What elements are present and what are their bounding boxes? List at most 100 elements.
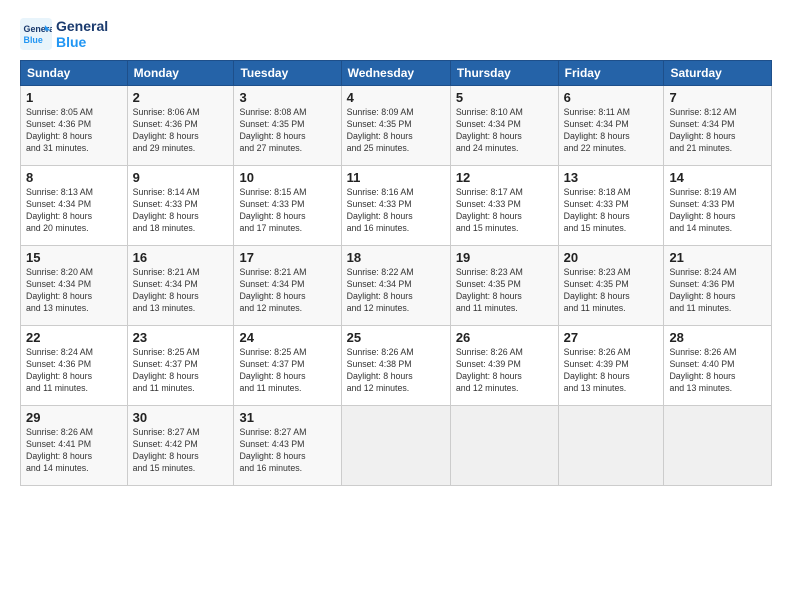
table-row: 3Sunrise: 8:08 AM Sunset: 4:35 PM Daylig… (234, 86, 341, 166)
page: General Blue General Blue Sunday Monday … (0, 0, 792, 612)
day-info: Sunrise: 8:15 AM Sunset: 4:33 PM Dayligh… (239, 187, 335, 235)
table-row: 9 Sunrise: 8:14 AM Sunset: 4:33 PM Daylig… (127, 166, 234, 246)
day-number: 1 (26, 90, 122, 105)
table-row: 13 Sunrise: 8:18 AM Sunset: 4:33 PM Dayli… (558, 166, 664, 246)
col-wednesday: Wednesday (341, 61, 450, 86)
day-number: 26 (456, 330, 553, 345)
day-number: 4 (347, 90, 445, 105)
table-row (341, 406, 450, 486)
table-row: 16 Sunrise: 8:21 AM Sunset: 4:34 PM Dayli… (127, 246, 234, 326)
day-info: Sunrise: 8:19 AM Sunset: 4:33 PM Dayligh… (669, 187, 766, 235)
day-number: 22 (26, 330, 122, 345)
col-saturday: Saturday (664, 61, 772, 86)
day-number: 12 (456, 170, 553, 185)
table-row: 7 Sunrise: 8:12 AM Sunset: 4:34 PM Daylig… (664, 86, 772, 166)
day-number: 30 (133, 410, 229, 425)
day-info: Sunrise: 8:27 AM Sunset: 4:43 PM Dayligh… (239, 427, 335, 475)
day-info: Sunrise: 8:13 AM Sunset: 4:34 PM Dayligh… (26, 187, 122, 235)
table-row: 24 Sunrise: 8:25 AM Sunset: 4:37 PM Dayli… (234, 326, 341, 406)
day-number: 13 (564, 170, 659, 185)
day-number: 8 (26, 170, 122, 185)
col-friday: Friday (558, 61, 664, 86)
table-row: 25 Sunrise: 8:26 AM Sunset: 4:38 PM Dayli… (341, 326, 450, 406)
table-row: 1Sunrise: 8:05 AM Sunset: 4:36 PM Daylig… (21, 86, 128, 166)
table-row: 17 Sunrise: 8:21 AM Sunset: 4:34 PM Dayli… (234, 246, 341, 326)
day-number: 7 (669, 90, 766, 105)
day-info: Sunrise: 8:06 AM Sunset: 4:36 PM Dayligh… (133, 107, 229, 155)
table-row: 22 Sunrise: 8:24 AM Sunset: 4:36 PM Dayli… (21, 326, 128, 406)
day-info: Sunrise: 8:16 AM Sunset: 4:33 PM Dayligh… (347, 187, 445, 235)
day-number: 29 (26, 410, 122, 425)
day-info: Sunrise: 8:18 AM Sunset: 4:33 PM Dayligh… (564, 187, 659, 235)
day-info: Sunrise: 8:25 AM Sunset: 4:37 PM Dayligh… (239, 347, 335, 395)
day-number: 11 (347, 170, 445, 185)
day-number: 18 (347, 250, 445, 265)
day-number: 27 (564, 330, 659, 345)
day-number: 25 (347, 330, 445, 345)
day-info: Sunrise: 8:21 AM Sunset: 4:34 PM Dayligh… (133, 267, 229, 315)
day-info: Sunrise: 8:26 AM Sunset: 4:39 PM Dayligh… (456, 347, 553, 395)
day-info: Sunrise: 8:26 AM Sunset: 4:40 PM Dayligh… (669, 347, 766, 395)
table-row: 12Sunrise: 8:17 AM Sunset: 4:33 PM Dayli… (450, 166, 558, 246)
day-number: 19 (456, 250, 553, 265)
day-number: 10 (239, 170, 335, 185)
calendar-week-row: 1Sunrise: 8:05 AM Sunset: 4:36 PM Daylig… (21, 86, 772, 166)
table-row: 28 Sunrise: 8:26 AM Sunset: 4:40 PM Dayli… (664, 326, 772, 406)
logo-icon: General Blue (20, 18, 52, 50)
table-row (450, 406, 558, 486)
table-row: 14 Sunrise: 8:19 AM Sunset: 4:33 PM Dayli… (664, 166, 772, 246)
day-number: 20 (564, 250, 659, 265)
day-number: 5 (456, 90, 553, 105)
day-info: Sunrise: 8:27 AM Sunset: 4:42 PM Dayligh… (133, 427, 229, 475)
col-monday: Monday (127, 61, 234, 86)
table-row: 10 Sunrise: 8:15 AM Sunset: 4:33 PM Dayli… (234, 166, 341, 246)
col-tuesday: Tuesday (234, 61, 341, 86)
table-row: 4 Sunrise: 8:09 AM Sunset: 4:35 PM Daylig… (341, 86, 450, 166)
col-thursday: Thursday (450, 61, 558, 86)
day-number: 17 (239, 250, 335, 265)
svg-text:Blue: Blue (24, 35, 43, 45)
table-row (558, 406, 664, 486)
day-number: 3 (239, 90, 335, 105)
table-row: 23Sunrise: 8:25 AM Sunset: 4:37 PM Dayli… (127, 326, 234, 406)
day-info: Sunrise: 8:14 AM Sunset: 4:33 PM Dayligh… (133, 187, 229, 235)
day-info: Sunrise: 8:24 AM Sunset: 4:36 PM Dayligh… (669, 267, 766, 315)
table-row: 26 Sunrise: 8:26 AM Sunset: 4:39 PM Dayli… (450, 326, 558, 406)
day-info: Sunrise: 8:23 AM Sunset: 4:35 PM Dayligh… (564, 267, 659, 315)
calendar-week-row: 22 Sunrise: 8:24 AM Sunset: 4:36 PM Dayli… (21, 326, 772, 406)
day-number: 21 (669, 250, 766, 265)
day-info: Sunrise: 8:12 AM Sunset: 4:34 PM Dayligh… (669, 107, 766, 155)
day-number: 31 (239, 410, 335, 425)
day-number: 23 (133, 330, 229, 345)
day-info: Sunrise: 8:22 AM Sunset: 4:34 PM Dayligh… (347, 267, 445, 315)
day-info: Sunrise: 8:09 AM Sunset: 4:35 PM Dayligh… (347, 107, 445, 155)
day-number: 6 (564, 90, 659, 105)
day-info: Sunrise: 8:21 AM Sunset: 4:34 PM Dayligh… (239, 267, 335, 315)
calendar-week-row: 8 Sunrise: 8:13 AM Sunset: 4:34 PM Daylig… (21, 166, 772, 246)
table-row: 18 Sunrise: 8:22 AM Sunset: 4:34 PM Dayli… (341, 246, 450, 326)
day-number: 14 (669, 170, 766, 185)
table-row: 8 Sunrise: 8:13 AM Sunset: 4:34 PM Daylig… (21, 166, 128, 246)
day-number: 15 (26, 250, 122, 265)
table-row: 11 Sunrise: 8:16 AM Sunset: 4:33 PM Dayli… (341, 166, 450, 246)
table-row: 2 Sunrise: 8:06 AM Sunset: 4:36 PM Daylig… (127, 86, 234, 166)
table-row: 5 Sunrise: 8:10 AM Sunset: 4:34 PM Daylig… (450, 86, 558, 166)
day-number: 16 (133, 250, 229, 265)
day-info: Sunrise: 8:20 AM Sunset: 4:34 PM Dayligh… (26, 267, 122, 315)
day-number: 24 (239, 330, 335, 345)
calendar-week-row: 29 Sunrise: 8:26 AM Sunset: 4:41 PM Dayli… (21, 406, 772, 486)
day-number: 28 (669, 330, 766, 345)
table-row: 21 Sunrise: 8:24 AM Sunset: 4:36 PM Dayli… (664, 246, 772, 326)
day-info: Sunrise: 8:24 AM Sunset: 4:36 PM Dayligh… (26, 347, 122, 395)
day-number: 2 (133, 90, 229, 105)
col-sunday: Sunday (21, 61, 128, 86)
day-number: 9 (133, 170, 229, 185)
day-info: Sunrise: 8:10 AM Sunset: 4:34 PM Dayligh… (456, 107, 553, 155)
day-info: Sunrise: 8:26 AM Sunset: 4:38 PM Dayligh… (347, 347, 445, 395)
day-info: Sunrise: 8:26 AM Sunset: 4:41 PM Dayligh… (26, 427, 122, 475)
table-row: 29 Sunrise: 8:26 AM Sunset: 4:41 PM Dayli… (21, 406, 128, 486)
table-row: 20 Sunrise: 8:23 AM Sunset: 4:35 PM Dayli… (558, 246, 664, 326)
table-row: 15 Sunrise: 8:20 AM Sunset: 4:34 PM Dayli… (21, 246, 128, 326)
logo: General Blue General Blue (20, 18, 108, 50)
day-info: Sunrise: 8:11 AM Sunset: 4:34 PM Dayligh… (564, 107, 659, 155)
